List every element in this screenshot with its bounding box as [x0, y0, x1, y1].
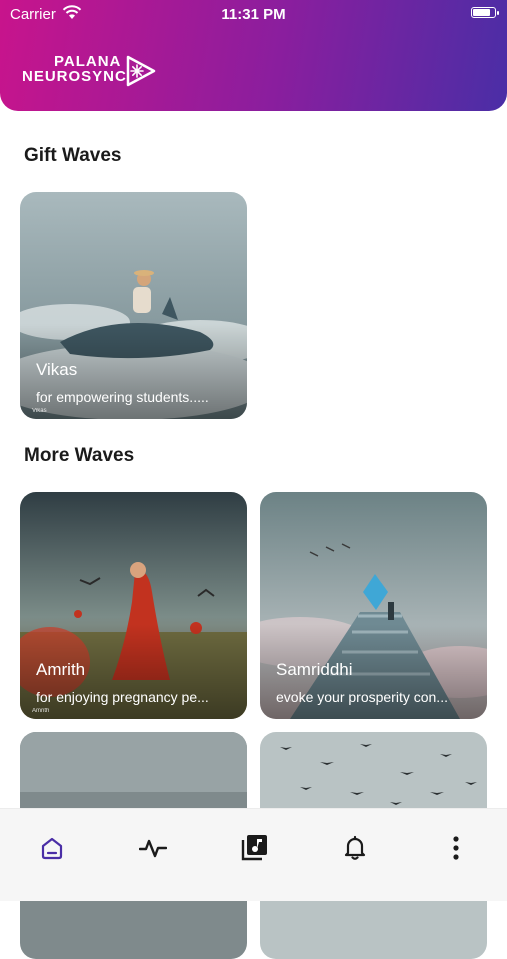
home-icon — [41, 837, 63, 860]
tab-notifications[interactable] — [340, 833, 370, 863]
card-title: Samriddhi — [276, 660, 353, 679]
brand-mark-icon — [126, 55, 156, 87]
battery-level — [473, 9, 491, 16]
brand-line2: NEUROSYNC — [22, 68, 127, 85]
status-time: 11:31 PM — [221, 6, 286, 23]
wave-card-amrith[interactable]: Amrith for enjoying pregnancy pe... Amri… — [20, 492, 247, 719]
card-caption: Amrith — [32, 708, 50, 714]
wave-card-samriddhi[interactable]: Samriddhi evoke your prosperity con... — [260, 492, 487, 719]
card-description: for empowering students..... — [36, 389, 209, 405]
brand-line1: PALANA — [54, 53, 122, 70]
gift-waves-title: Gift Waves — [24, 145, 122, 166]
wave-card-vikas[interactable]: Vikas for empowering students..... Vikas — [20, 192, 247, 419]
card-title: Vikas — [36, 360, 78, 379]
music-library-icon — [241, 835, 267, 861]
app-header: Carrier 11:31 PM PALANA NEUROSYNC — [0, 0, 507, 111]
tab-library[interactable] — [239, 833, 269, 863]
card-title: Amrith — [36, 660, 86, 679]
more-vertical-icon — [453, 836, 459, 860]
tab-more[interactable] — [441, 833, 471, 863]
card-description: evoke your prosperity con... — [276, 689, 448, 705]
battery-icon — [471, 7, 499, 18]
bottom-tab-bar — [0, 808, 507, 901]
more-waves-title: More Waves — [24, 445, 135, 466]
brand-logo: PALANA NEUROSYNC — [22, 54, 127, 84]
bell-icon — [344, 835, 366, 860]
card-description: for enjoying pregnancy pe... — [36, 689, 209, 705]
tab-activity[interactable] — [138, 833, 168, 863]
activity-icon — [139, 839, 167, 858]
status-bar: Carrier 11:31 PM — [0, 0, 507, 28]
tab-home[interactable] — [37, 833, 67, 863]
card-caption: Vikas — [32, 408, 47, 414]
